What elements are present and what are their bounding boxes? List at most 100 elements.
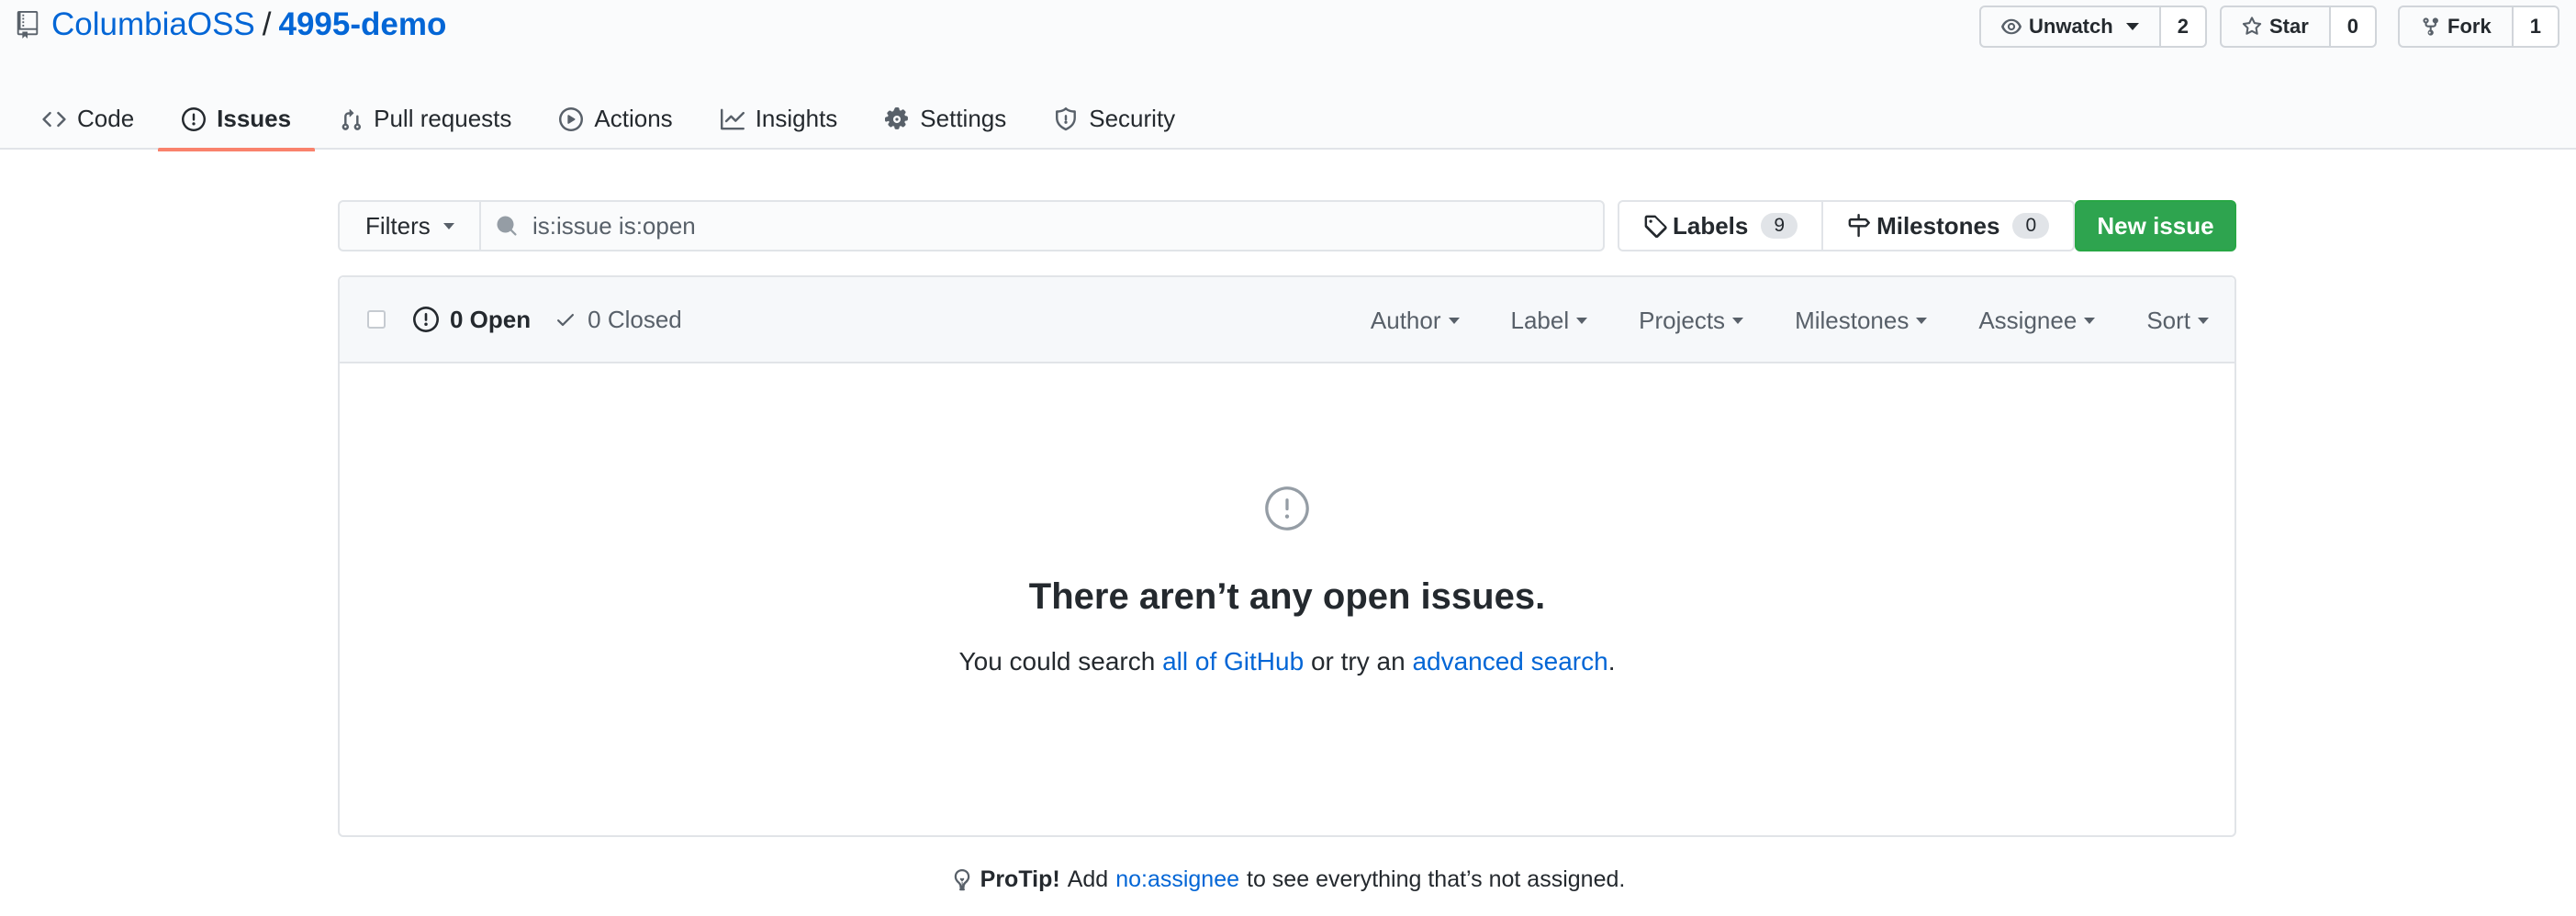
issues-list-header: 0 Open 0 Closed Author Label Projects Mi… [340, 277, 2234, 363]
projects-filter[interactable]: Projects [1639, 306, 1744, 335]
chevron-down-icon [1576, 317, 1588, 324]
chevron-down-icon [1732, 317, 1744, 324]
open-issues-label: 0 Open [450, 305, 532, 333]
label-filter[interactable]: Label [1511, 307, 1588, 335]
issue-opened-icon [413, 307, 439, 332]
protip: ProTip! Add no:assignee to see everythin… [0, 866, 2576, 893]
search-input[interactable] [532, 211, 1542, 240]
graph-icon [720, 108, 745, 129]
git-pull-request-icon [342, 108, 362, 130]
issue-opened-icon [1265, 486, 1309, 531]
tab-insights[interactable]: Insights [697, 88, 862, 150]
star-button[interactable]: Star [2220, 6, 2331, 48]
tab-settings-label: Settings [920, 105, 1007, 132]
milestones-filter-label: Milestones [1795, 306, 1910, 334]
star-label: Star [2269, 15, 2309, 38]
closed-issues-label: 0 Closed [588, 305, 682, 333]
shield-icon [1056, 106, 1077, 130]
issue-states: 0 Open 0 Closed [413, 306, 682, 334]
tab-actions[interactable]: Actions [535, 88, 696, 150]
filters-button[interactable]: Filters [338, 200, 481, 251]
fork-label: Fork [2447, 15, 2492, 38]
labels-button[interactable]: Labels 9 [1618, 200, 1824, 251]
repo-nav: Code Issues Pull requests Actions Insigh… [18, 88, 1199, 151]
milestones-filter[interactable]: Milestones [1795, 306, 1928, 335]
check-icon [557, 314, 575, 327]
tab-code[interactable]: Code [18, 88, 158, 150]
all-of-github-link[interactable]: all of GitHub [1162, 647, 1304, 676]
issues-list-box: 0 Open 0 Closed Author Label Projects Mi… [338, 275, 2236, 837]
tab-security-label: Security [1089, 105, 1176, 132]
milestones-button[interactable]: Milestones 0 [1823, 200, 2076, 251]
fork-button[interactable]: Fork [2398, 6, 2514, 48]
issues-subnav: Filters Labels 9 Milestones 0 New issue [338, 200, 2236, 251]
chevron-down-icon [2125, 23, 2139, 30]
no-assignee-link[interactable]: no:assignee [1115, 866, 1239, 893]
blankslate-text-after: . [1607, 647, 1616, 676]
protip-bold: ProTip! [980, 866, 1060, 892]
tab-code-label: Code [77, 105, 135, 132]
milestones-count: 0 [2012, 213, 2050, 239]
repo-title: ColumbiaOSS / 4995-demo [17, 4, 446, 46]
repo-name-link[interactable]: 4995-demo [279, 6, 447, 43]
blankslate-title: There aren’t any open issues. [1028, 576, 1546, 617]
light-bulb-icon [954, 868, 969, 890]
protip-before: Add [1067, 866, 1109, 892]
open-issues-link[interactable]: 0 Open [413, 306, 531, 334]
watchers-count[interactable]: 2 [2160, 6, 2207, 48]
tab-insights-label: Insights [755, 105, 838, 132]
chevron-down-icon [1448, 317, 1460, 324]
unwatch-button[interactable]: Unwatch [1979, 6, 2161, 48]
repo-icon [17, 11, 39, 39]
blankslate-text: You could search all of GitHub or try an… [340, 647, 2234, 676]
label-filter-label: Label [1510, 306, 1570, 334]
tab-settings[interactable]: Settings [861, 88, 1030, 150]
chevron-down-icon [442, 222, 454, 229]
assignee-filter[interactable]: Assignee [1978, 307, 2096, 335]
labels-milestones-group: Labels 9 Milestones 0 [1618, 200, 2076, 251]
issue-opened-icon [182, 106, 207, 131]
star-icon [2242, 17, 2262, 35]
select-all-checkbox[interactable] [367, 310, 386, 329]
eye-icon [2001, 18, 2022, 35]
chevron-down-icon [2198, 317, 2209, 324]
filters-label: Filters [365, 211, 431, 240]
repo-separator: / [262, 6, 272, 42]
blankslate-text-middle: or try an [1304, 647, 1413, 676]
author-filter-label: Author [1370, 306, 1441, 334]
star-group: Star 0 [2220, 6, 2378, 48]
code-icon [42, 111, 66, 127]
repo-owner-link[interactable]: ColumbiaOSS [51, 6, 255, 43]
tab-issues[interactable]: Issues [158, 88, 316, 151]
tab-security[interactable]: Security [1030, 88, 1199, 150]
tag-icon [1644, 215, 1667, 238]
new-issue-button[interactable]: New issue [2075, 200, 2236, 251]
chevron-down-icon [1916, 317, 1928, 324]
tab-pull-requests[interactable]: Pull requests [315, 88, 535, 150]
projects-filter-label: Projects [1639, 306, 1726, 334]
labels-count: 9 [1761, 213, 1798, 239]
blankslate: There aren’t any open issues. You could … [340, 365, 2234, 676]
gear-icon [885, 106, 909, 129]
stars-count[interactable]: 0 [2330, 6, 2378, 48]
play-icon [559, 106, 584, 131]
sort-filter-label: Sort [2146, 306, 2190, 334]
watch-group: Unwatch 2 [1979, 6, 2207, 48]
filter-menus: Author Label Projects Milestones Assigne… [1319, 277, 2209, 363]
fork-group: Fork 1 [2398, 6, 2559, 48]
protip-after: to see everything that’s not assigned. [1247, 866, 1626, 892]
search-wrapper [479, 200, 1605, 251]
tab-issues-label: Issues [217, 105, 292, 132]
fork-icon [2423, 17, 2438, 36]
chevron-down-icon [2084, 317, 2096, 324]
milestones-label: Milestones [1876, 211, 2000, 240]
forks-count[interactable]: 1 [2513, 6, 2559, 48]
author-filter[interactable]: Author [1371, 307, 1460, 335]
milestone-icon [1848, 214, 1870, 238]
search-icon [497, 216, 517, 236]
unwatch-label: Unwatch [2029, 15, 2113, 38]
closed-issues-link[interactable]: 0 Closed [554, 306, 682, 334]
sort-filter[interactable]: Sort [2146, 307, 2209, 335]
advanced-search-link[interactable]: advanced search [1412, 647, 1607, 676]
repo-header: ColumbiaOSS / 4995-demo Unwatch 2 Star 0… [0, 0, 2576, 151]
